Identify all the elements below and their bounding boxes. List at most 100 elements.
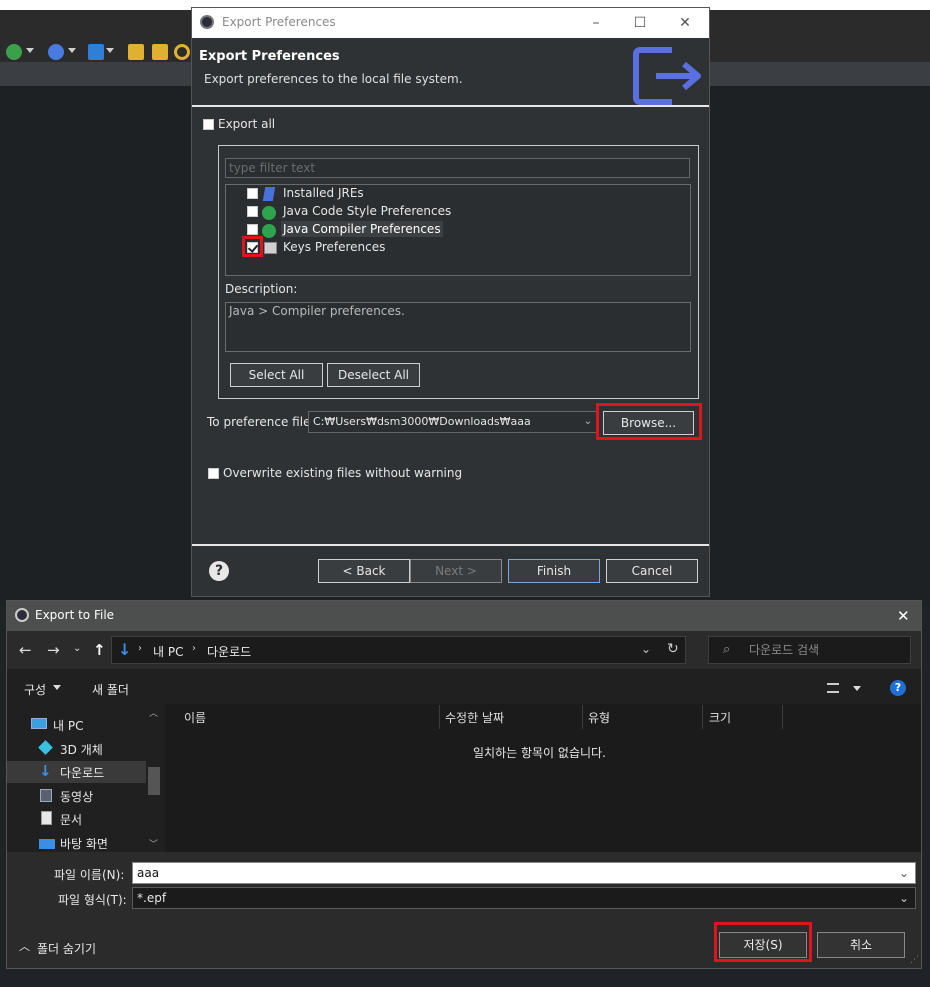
nav-item-3d-objects[interactable]: 3D 개체 bbox=[7, 738, 152, 760]
tree-item-keys[interactable]: Keys Preferences bbox=[226, 239, 690, 257]
scroll-up-icon[interactable]: ︿ bbox=[149, 706, 158, 719]
back-arrow-icon[interactable]: ← bbox=[19, 641, 32, 659]
run-icon[interactable] bbox=[6, 44, 22, 60]
description-box: Java > Compiler preferences. bbox=[225, 302, 691, 352]
close-button[interactable]: ✕ bbox=[674, 12, 696, 34]
chevron-down-icon[interactable]: ⌄ bbox=[899, 863, 909, 883]
filename-input[interactable]: aaa ⌄ bbox=[132, 862, 916, 884]
filetype-select[interactable]: *.epf ⌄ bbox=[132, 887, 916, 909]
nav-label: 바탕 화면 bbox=[60, 837, 108, 851]
page-title: Export Preferences bbox=[199, 49, 340, 64]
recent-locations-icon[interactable]: ⌄ bbox=[73, 643, 81, 654]
empty-message: 일치하는 항목이 없습니다. bbox=[473, 746, 606, 760]
chevron-down-icon[interactable] bbox=[106, 48, 114, 53]
videos-icon bbox=[40, 789, 52, 802]
chevron-down-icon[interactable] bbox=[26, 48, 34, 53]
deselect-all-button[interactable]: Deselect All bbox=[327, 363, 420, 387]
tree-item-label: Keys Preferences bbox=[283, 240, 386, 254]
description-label: Description: bbox=[225, 282, 298, 296]
cancel-button[interactable]: 취소 bbox=[817, 932, 905, 958]
search-icon[interactable] bbox=[174, 44, 190, 60]
3d-objects-icon bbox=[38, 740, 53, 755]
hide-folders-button[interactable]: 폴더 숨기기 bbox=[37, 940, 96, 957]
refresh-icon[interactable]: ↻ bbox=[667, 641, 679, 657]
nav-scrollbar-thumb[interactable] bbox=[148, 767, 160, 795]
minimize-button[interactable]: – bbox=[585, 12, 607, 34]
column-separator bbox=[782, 705, 783, 729]
nav-item-documents[interactable]: 문서 bbox=[7, 808, 152, 830]
chevron-down-icon[interactable]: ⌄ bbox=[641, 642, 651, 656]
help-icon[interactable]: ? bbox=[890, 680, 906, 696]
chevron-up-icon[interactable]: ︿ bbox=[19, 938, 30, 954]
filename-label: 파일 이름(N): bbox=[54, 868, 125, 882]
pref-window-title: Export Preferences bbox=[222, 15, 336, 29]
nav-label: 문서 bbox=[60, 813, 83, 827]
breadcrumb-separator-icon: › bbox=[138, 643, 142, 654]
next-button[interactable]: Next > bbox=[410, 559, 502, 583]
item-checkbox[interactable] bbox=[247, 224, 258, 235]
cancel-button[interactable]: Cancel bbox=[606, 559, 698, 583]
column-header-modified[interactable]: 수정한 날짜 bbox=[445, 709, 504, 726]
command-bar: 구성 새 폴더 ? bbox=[7, 674, 921, 704]
tree-item-label: Java Compiler Preferences bbox=[281, 221, 443, 237]
export-all-checkbox[interactable] bbox=[203, 119, 214, 130]
overwrite-label: Overwrite existing files without warning bbox=[223, 466, 463, 480]
up-arrow-icon[interactable]: ↑ bbox=[93, 641, 106, 659]
filter-input[interactable] bbox=[225, 158, 690, 178]
preferences-tree[interactable]: Installed JREs Java Code Style Preferenc… bbox=[225, 184, 691, 276]
nav-item-downloads[interactable]: ↓ 다운로드 bbox=[7, 761, 147, 783]
tree-item-compiler[interactable]: Java Compiler Preferences bbox=[226, 221, 690, 239]
highlight-box bbox=[242, 236, 263, 257]
column-separator bbox=[702, 705, 703, 729]
nav-item-this-pc[interactable]: 내 PC bbox=[7, 714, 152, 736]
nav-label: 동영상 bbox=[60, 790, 94, 804]
desktop-icon bbox=[39, 839, 55, 849]
chevron-down-icon[interactable] bbox=[68, 48, 76, 53]
address-bar[interactable]: ↓ › 내 PC › 다운로드 ⌄ ↻ bbox=[111, 636, 686, 664]
organize-button[interactable]: 구성 bbox=[24, 681, 46, 698]
documents-icon bbox=[41, 811, 52, 825]
search-input[interactable]: ⌕ 다운로드 검색 bbox=[708, 636, 911, 664]
maximize-button[interactable]: ☐ bbox=[629, 12, 651, 34]
view-options-icon[interactable] bbox=[827, 683, 839, 693]
open-type-icon[interactable] bbox=[128, 44, 144, 60]
nav-item-videos[interactable]: 동영상 bbox=[7, 785, 152, 807]
tree-item-installed-jres[interactable]: Installed JREs bbox=[226, 185, 690, 203]
help-icon[interactable]: ? bbox=[209, 561, 229, 581]
chevron-down-icon[interactable] bbox=[53, 685, 61, 690]
save-titlebar: Export to File ✕ bbox=[7, 601, 921, 631]
new-folder-button[interactable]: 새 폴더 bbox=[92, 681, 129, 698]
scroll-down-icon[interactable]: ﹀ bbox=[149, 837, 158, 850]
nav-label: 3D 개체 bbox=[60, 743, 103, 757]
tree-item-code-style[interactable]: Java Code Style Preferences bbox=[226, 203, 690, 221]
nav-item-desktop[interactable]: 바탕 화면 bbox=[7, 832, 152, 852]
breadcrumb-item[interactable]: 다운로드 bbox=[207, 643, 251, 660]
new-java-project-icon[interactable] bbox=[48, 44, 64, 60]
chevron-down-icon[interactable]: ⌄ bbox=[899, 888, 909, 908]
item-checkbox[interactable] bbox=[247, 206, 258, 217]
forward-arrow-icon[interactable]: → bbox=[47, 641, 60, 659]
column-header-type[interactable]: 유형 bbox=[588, 709, 610, 726]
column-header-size[interactable]: 크기 bbox=[709, 709, 731, 726]
preference-file-value: C:₩Users₩dsm3000₩Downloads₩aaa bbox=[313, 415, 531, 428]
breadcrumb-item[interactable]: 내 PC bbox=[153, 643, 183, 660]
to-file-label: To preference file: bbox=[207, 415, 315, 429]
preference-file-combo[interactable]: C:₩Users₩dsm3000₩Downloads₩aaa ⌄ bbox=[308, 411, 597, 433]
column-header-name[interactable]: 이름 bbox=[184, 709, 206, 726]
resize-grip-icon[interactable]: ⋰ bbox=[910, 955, 919, 965]
new-class-icon[interactable] bbox=[88, 44, 104, 60]
divider bbox=[192, 105, 709, 107]
item-checkbox[interactable] bbox=[247, 188, 258, 199]
back-button[interactable]: < Back bbox=[318, 559, 410, 583]
nav-label: 다운로드 bbox=[60, 766, 105, 780]
file-list bbox=[165, 704, 921, 852]
chevron-down-icon[interactable] bbox=[853, 686, 861, 691]
save-window-title: Export to File bbox=[35, 608, 115, 622]
open-folder-icon[interactable] bbox=[152, 44, 168, 60]
select-all-button[interactable]: Select All bbox=[230, 363, 323, 387]
column-separator bbox=[439, 705, 440, 729]
close-button[interactable]: ✕ bbox=[897, 607, 910, 625]
chevron-down-icon[interactable]: ⌄ bbox=[584, 412, 592, 432]
finish-button[interactable]: Finish bbox=[508, 559, 600, 583]
overwrite-checkbox[interactable] bbox=[208, 468, 219, 479]
